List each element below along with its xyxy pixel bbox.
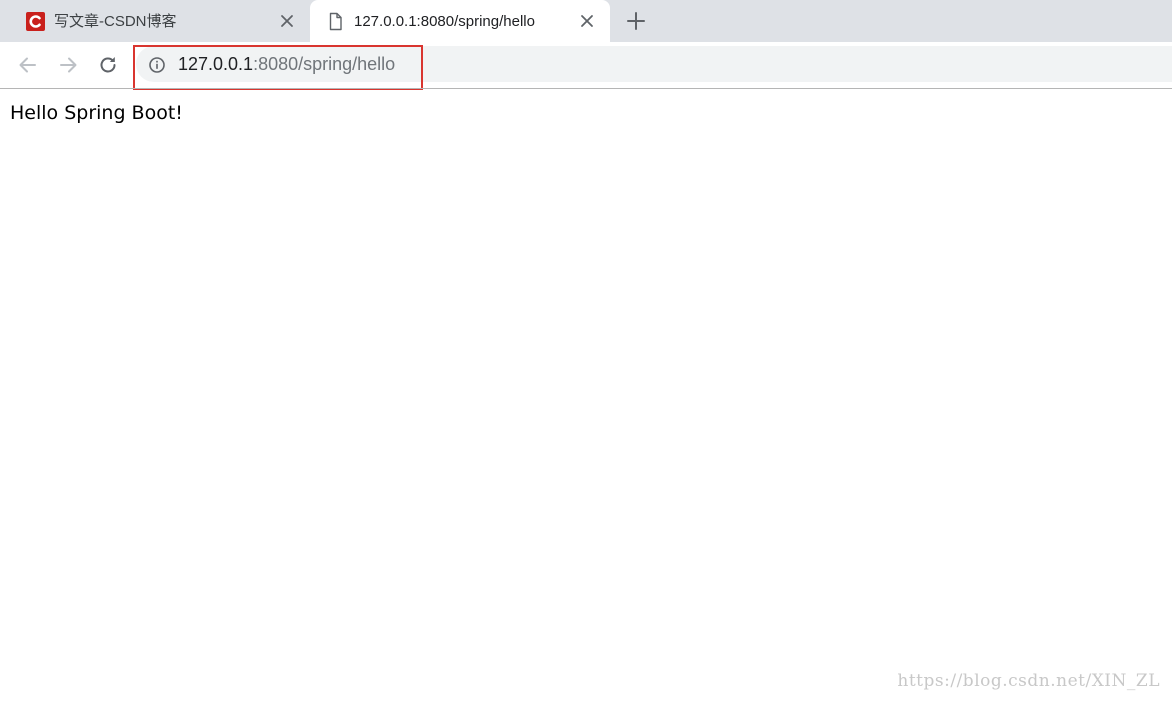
tab-csdn[interactable]: 写文章-CSDN博客 — [10, 0, 310, 42]
tab-strip: 写文章-CSDN博客 127.0.0.1:8080/spring/hello — [0, 0, 1172, 42]
url-highlight-annotation — [133, 45, 423, 90]
csdn-logo-icon — [26, 12, 45, 31]
close-icon[interactable] — [578, 12, 596, 30]
tab-spring-hello[interactable]: 127.0.0.1:8080/spring/hello — [310, 0, 610, 42]
toolbar-divider — [0, 88, 1172, 89]
forward-arrow-icon[interactable] — [57, 54, 79, 76]
tab-title: 写文章-CSDN博客 — [54, 13, 177, 30]
close-icon[interactable] — [278, 12, 296, 30]
tab-title: 127.0.0.1:8080/spring/hello — [354, 13, 535, 30]
browser-toolbar: 127.0.0.1:8080/spring/hello — [0, 42, 1172, 90]
reload-icon[interactable] — [97, 54, 119, 76]
page-body-text: Hello Spring Boot! — [10, 102, 183, 124]
document-icon — [329, 12, 342, 31]
plus-icon[interactable] — [624, 9, 648, 33]
back-arrow-icon[interactable] — [17, 54, 39, 76]
watermark-text: https://blog.csdn.net/XIN_ZL — [897, 671, 1160, 691]
